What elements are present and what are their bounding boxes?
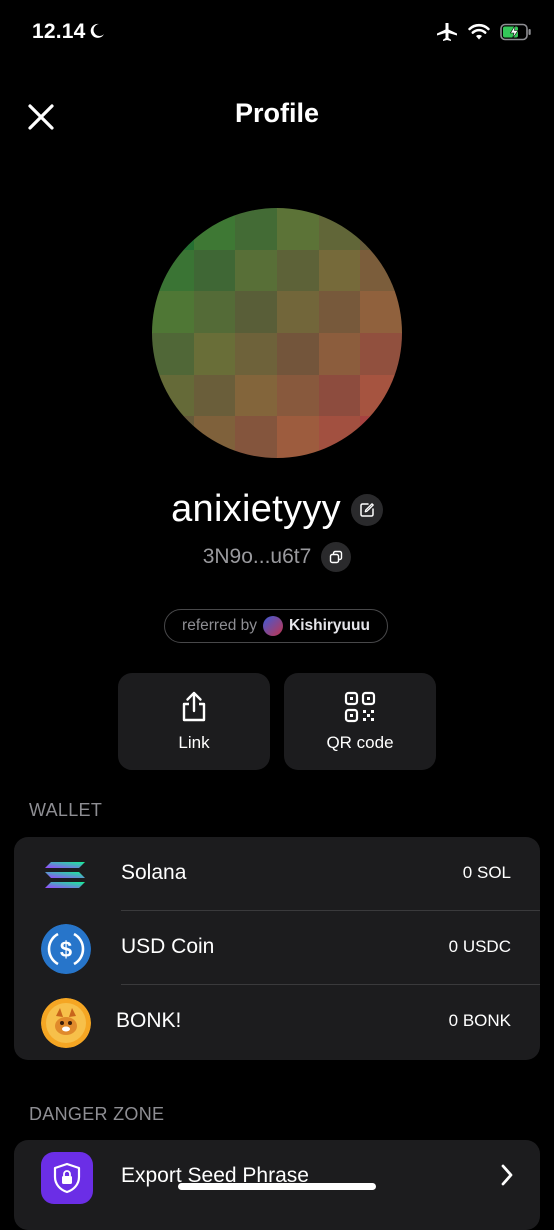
- token-balance: 0 USDC: [448, 937, 511, 956]
- wallet-card: Solana 0 SOL $ USD Coin 0 USDC BONK! 0 B…: [14, 837, 540, 1060]
- qr-code-button[interactable]: QR code: [284, 673, 436, 770]
- edit-icon: [360, 502, 374, 517]
- avatar-pixel: [193, 249, 236, 292]
- avatar-pixel: [152, 291, 194, 333]
- battery-charging-icon: [500, 23, 531, 41]
- avatar-pixel: [318, 374, 361, 417]
- avatar-pixel: [277, 291, 319, 333]
- copy-address-button[interactable]: [321, 542, 352, 572]
- token-balance: 0 SOL: [462, 863, 511, 882]
- referrer-avatar: [263, 616, 283, 636]
- avatar-pixel: [318, 416, 361, 458]
- chevron-right-icon: [501, 1164, 513, 1186]
- avatar-pixel: [277, 333, 319, 375]
- username: anixietyyy: [171, 488, 341, 530]
- address-row: 3N9o...u6t7: [0, 542, 554, 572]
- avatar-pixel: [193, 208, 236, 250]
- avatar-pixel: [193, 291, 236, 333]
- avatar-pixel: [235, 416, 277, 458]
- avatar-pixel: [318, 333, 361, 375]
- avatar-pixel: [235, 291, 277, 333]
- token-row-bonk[interactable]: BONK! 0 BONK: [14, 985, 540, 1059]
- avatar-pixel: [277, 249, 319, 292]
- bonk-icon: [41, 998, 91, 1048]
- avatar-pixel: [152, 416, 194, 458]
- solana-icon: [45, 862, 85, 888]
- token-row-usdc[interactable]: $ USD Coin 0 USDC: [14, 911, 540, 985]
- share-link-button[interactable]: Link: [118, 673, 270, 770]
- page-title: Profile: [234, 98, 320, 128]
- svg-text:$: $: [60, 937, 72, 962]
- avatar-pixel: [152, 249, 194, 292]
- shield-lock-icon: [53, 1162, 81, 1194]
- avatar-pixel: [193, 416, 236, 458]
- avatar-pixel: [360, 208, 402, 250]
- avatar-pixel: [193, 333, 236, 375]
- avatar-pixel: [152, 208, 194, 250]
- referrer-name: Kishiryuuu: [289, 617, 370, 634]
- token-name: Solana: [121, 861, 187, 884]
- copy-icon: [330, 550, 343, 564]
- token-balance: 0 BONK: [448, 1011, 511, 1030]
- qr-code-label: QR code: [326, 732, 394, 752]
- referred-label: referred by: [182, 617, 257, 634]
- link-label: Link: [178, 732, 210, 752]
- avatar-pixel: [360, 374, 402, 417]
- avatar-pixel: [318, 291, 361, 333]
- wallet-address: 3N9o...u6t7: [202, 545, 312, 568]
- danger-zone-heading: DANGER ZONE: [29, 1104, 165, 1124]
- avatar-pixel: [193, 374, 236, 417]
- avatar-pixel: [235, 208, 277, 250]
- status-time: 12.14: [32, 20, 86, 43]
- avatar-pixel: [360, 416, 402, 458]
- avatar-pixel: [277, 416, 319, 458]
- wifi-icon: [468, 23, 490, 40]
- airplane-icon: [437, 23, 457, 41]
- token-name: BONK!: [116, 1009, 182, 1032]
- edit-username-button[interactable]: [350, 493, 383, 526]
- moon-icon: [90, 23, 104, 38]
- status-icons: [436, 22, 532, 42]
- avatar-pixel: [235, 249, 277, 292]
- avatar-pixel: [360, 291, 402, 333]
- avatar-pixel: [277, 374, 319, 417]
- avatar-pixel: [360, 249, 402, 292]
- share-icon: [182, 691, 206, 721]
- avatar-pixel: [152, 374, 194, 417]
- export-icon-tile: [41, 1152, 93, 1204]
- avatar-pixel: [277, 208, 319, 250]
- wallet-heading: WALLET: [29, 800, 103, 820]
- username-row: anixietyyy: [0, 488, 554, 531]
- referred-by-badge[interactable]: referred by Kishiryuuu: [164, 609, 388, 643]
- avatar-pixel: [152, 333, 194, 375]
- avatar-pixel: [235, 333, 277, 375]
- avatar-pixel: [318, 249, 361, 292]
- avatar: [152, 208, 402, 458]
- avatar-pixel: [318, 208, 361, 250]
- usdc-icon: $: [41, 924, 91, 974]
- avatar-pixel: [235, 374, 277, 417]
- home-indicator: [178, 1183, 376, 1190]
- avatar-pixel: [360, 333, 402, 375]
- token-name: USD Coin: [121, 935, 215, 958]
- token-row-solana[interactable]: Solana 0 SOL: [14, 837, 540, 911]
- qr-code-icon: [344, 691, 376, 722]
